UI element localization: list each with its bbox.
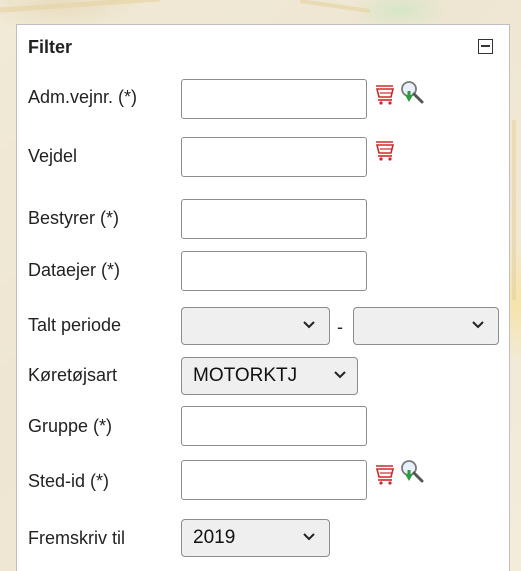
dataejer-input[interactable] bbox=[181, 251, 367, 291]
bestyrer-input[interactable] bbox=[181, 199, 367, 239]
bestyrer-label: Bestyrer (*) bbox=[28, 208, 120, 228]
collapse-icon[interactable] bbox=[478, 39, 493, 54]
cart-icon[interactable] bbox=[373, 82, 397, 106]
talt-periode-from-select[interactable] bbox=[181, 307, 330, 345]
gruppe-label: Gruppe (*) bbox=[28, 416, 113, 436]
gruppe-input[interactable] bbox=[181, 406, 367, 446]
panel-title: Filter bbox=[28, 37, 73, 57]
chevron-down-icon bbox=[303, 321, 315, 329]
adm-vejnr-input[interactable] bbox=[181, 79, 367, 119]
koretojsart-label: Køretøjsart bbox=[28, 365, 118, 385]
map-road bbox=[512, 120, 516, 300]
fremskriv-til-value: 2019 bbox=[193, 527, 236, 548]
vejdel-label: Vejdel bbox=[28, 146, 78, 166]
fremskriv-til-select[interactable]: 2019 bbox=[181, 519, 330, 557]
chevron-down-icon bbox=[303, 533, 315, 541]
adm-vejnr-label: Adm.vejnr. (*) bbox=[28, 87, 138, 107]
range-separator: - bbox=[337, 317, 343, 337]
vejdel-input[interactable] bbox=[181, 137, 367, 177]
map-road bbox=[300, 0, 370, 13]
cart-icon[interactable] bbox=[373, 138, 397, 162]
fremskriv-til-label: Fremskriv til bbox=[28, 528, 125, 548]
talt-periode-to-select[interactable] bbox=[353, 307, 499, 345]
sted-id-label: Sted-id (*) bbox=[28, 471, 110, 491]
koretojsart-value: MOTORKTJ bbox=[193, 365, 298, 386]
map-road bbox=[0, 0, 160, 13]
sted-id-input[interactable] bbox=[181, 460, 367, 500]
koretojsart-select[interactable]: MOTORKTJ bbox=[181, 357, 358, 395]
chevron-down-icon bbox=[472, 321, 484, 329]
chevron-down-icon bbox=[334, 371, 346, 379]
filter-panel: Filter Adm.vejnr. (*) Vejdel Bestyrer (*… bbox=[16, 24, 510, 571]
cart-icon[interactable] bbox=[373, 462, 397, 486]
dataejer-label: Dataejer (*) bbox=[28, 260, 121, 280]
search-icon[interactable] bbox=[399, 80, 425, 106]
talt-periode-label: Talt periode bbox=[28, 315, 122, 335]
search-icon[interactable] bbox=[399, 459, 425, 485]
